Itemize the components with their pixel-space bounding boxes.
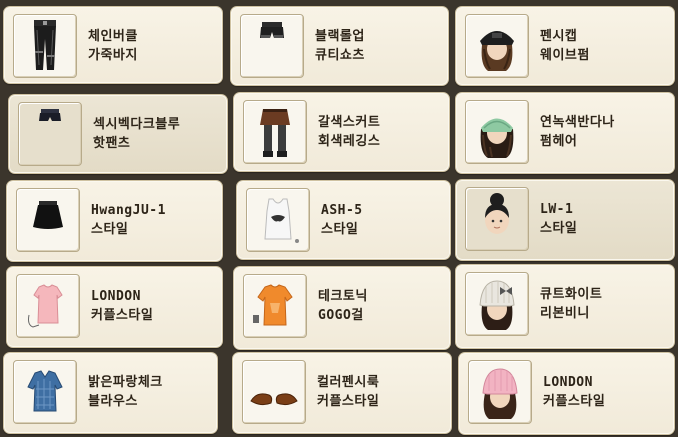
item-card-8[interactable]: ASH-5 스타일 xyxy=(236,180,451,260)
pink-top-icon xyxy=(28,284,63,328)
item-name: 갈색스커트 회색레깅스 xyxy=(318,115,381,149)
item-thumbnail xyxy=(465,14,529,78)
item-card-13[interactable]: 밝은파랑체크 블라우스 xyxy=(3,352,218,434)
item-name: LONDON 커플스타일 xyxy=(543,375,606,409)
cap-wave-hair-icon xyxy=(480,31,514,71)
orange-tshirt-icon xyxy=(253,284,293,326)
item-card-14[interactable]: 컬러펜시룩 커플스타일 xyxy=(232,352,452,434)
item-card-10[interactable]: LONDON 커플스타일 xyxy=(6,266,223,348)
pink-beanie-icon xyxy=(482,368,518,419)
bandana-perm-hair-icon xyxy=(480,118,514,158)
black-skirt-icon xyxy=(33,201,63,229)
item-name: 컬러펜시룩 커플스타일 xyxy=(317,375,380,409)
item-name: 큐트화이트 리본비니 xyxy=(540,287,603,321)
brown-shoes-icon xyxy=(250,393,298,406)
hot-pants-icon xyxy=(39,109,61,121)
item-thumbnail xyxy=(465,272,529,336)
item-card-15[interactable]: LONDON 커플스타일 xyxy=(458,352,675,435)
item-thumbnail xyxy=(465,100,529,164)
white-tank-top-icon xyxy=(264,198,299,243)
item-thumbnail xyxy=(16,188,80,252)
item-thumbnail xyxy=(465,187,529,251)
item-name: 블랙롤업 큐티쇼츠 xyxy=(315,29,365,63)
item-thumbnail xyxy=(246,188,310,252)
black-shorts-icon xyxy=(260,22,284,38)
item-card-3[interactable]: 펜시캡 웨이브펌 xyxy=(455,6,675,86)
leather-pants-icon xyxy=(34,20,56,70)
item-name: HwangJU-1 스타일 xyxy=(91,203,166,237)
item-card-9[interactable]: LW-1 스타일 xyxy=(455,179,675,261)
item-thumbnail xyxy=(243,100,307,164)
item-name: 체인버클 가죽바지 xyxy=(88,29,138,63)
item-card-7[interactable]: HwangJU-1 스타일 xyxy=(6,180,223,262)
white-beanie-icon xyxy=(479,280,515,330)
item-card-1[interactable]: 체인버클 가죽바지 xyxy=(3,6,223,84)
item-card-11[interactable]: 테크토닉 GOGO걸 xyxy=(233,266,451,350)
item-thumbnail xyxy=(243,274,307,338)
item-thumbnail xyxy=(13,360,77,424)
item-thumbnail xyxy=(16,274,80,338)
item-thumbnail xyxy=(13,14,77,78)
item-thumbnail xyxy=(18,102,82,166)
item-name: 밝은파랑체크 블라우스 xyxy=(88,375,163,409)
item-name: 테크토닉 GOGO걸 xyxy=(318,289,368,323)
item-card-4[interactable]: 섹시벡다크블루 핫팬츠 xyxy=(8,94,228,174)
item-card-12[interactable]: 큐트화이트 리본비니 xyxy=(455,264,675,349)
item-thumbnail xyxy=(242,360,306,424)
item-name: 연녹색반다나 펌헤어 xyxy=(540,115,615,149)
item-name: 섹시벡다크블루 핫팬츠 xyxy=(93,117,181,151)
item-thumbnail xyxy=(468,360,532,424)
item-name: 펜시캡 웨이브펌 xyxy=(540,29,590,63)
item-name: LW-1 스타일 xyxy=(540,202,578,236)
item-name: LONDON 커플스타일 xyxy=(91,289,154,323)
item-thumbnail xyxy=(240,14,304,78)
bun-hair-face-icon xyxy=(485,193,509,234)
item-card-6[interactable]: 연녹색반다나 펌헤어 xyxy=(455,92,675,174)
blue-check-blouse-icon xyxy=(27,370,63,412)
item-card-5[interactable]: 갈색스커트 회색레깅스 xyxy=(233,92,450,172)
skirt-leggings-icon xyxy=(260,109,290,157)
item-name: ASH-5 스타일 xyxy=(321,203,363,237)
item-card-2[interactable]: 블랙롤업 큐티쇼츠 xyxy=(230,6,449,86)
